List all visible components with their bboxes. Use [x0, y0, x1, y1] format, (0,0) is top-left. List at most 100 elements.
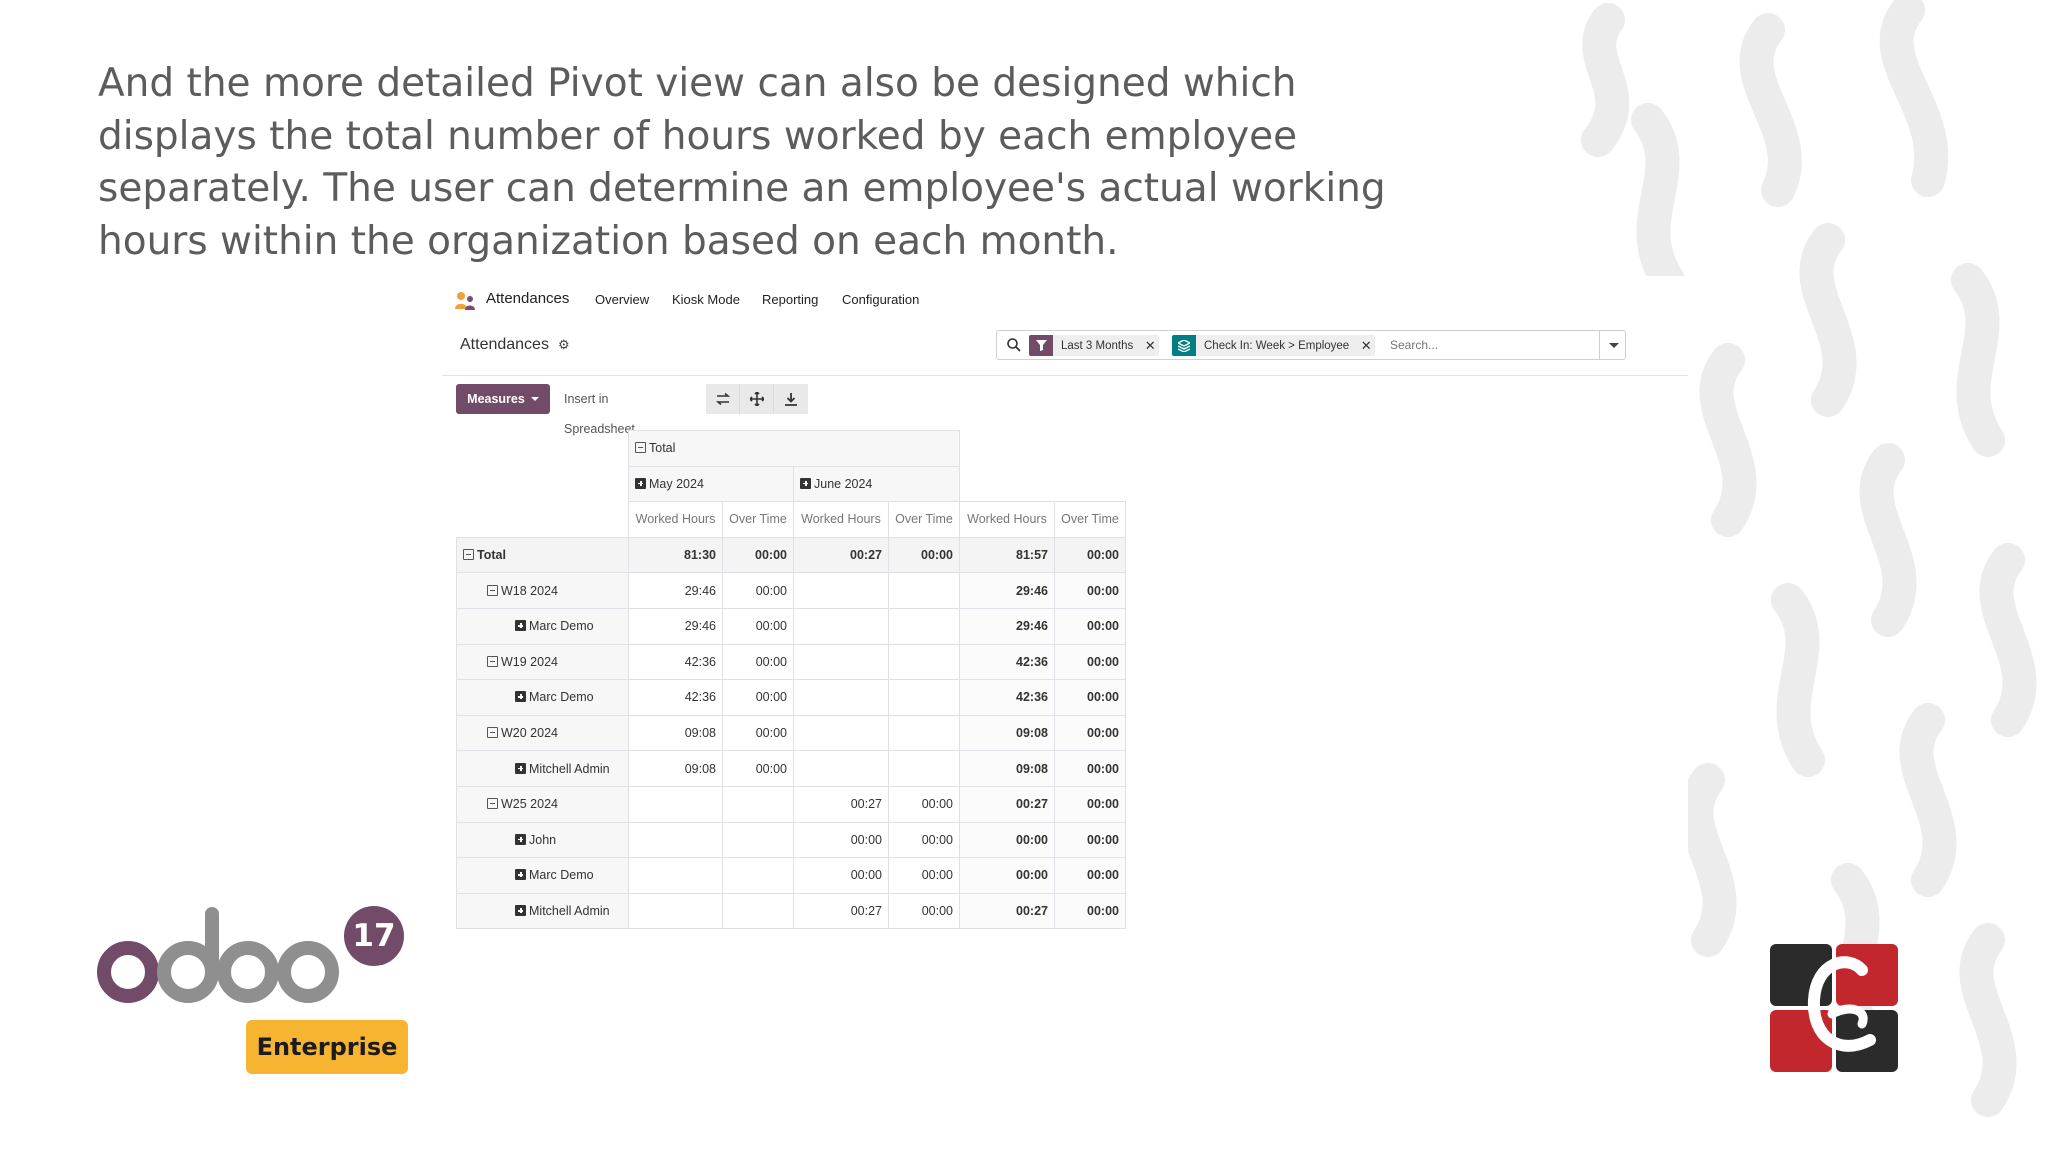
pivot-measure-header[interactable]: Worked Hours: [959, 501, 1055, 538]
pivot-cell[interactable]: 00:00: [1054, 572, 1126, 609]
pivot-cell[interactable]: [793, 714, 889, 752]
pivot-cell[interactable]: [722, 892, 794, 930]
measures-button[interactable]: Measures: [456, 384, 550, 414]
pivot-cell[interactable]: 00:27: [793, 892, 889, 930]
pivot-cell[interactable]: [722, 785, 794, 823]
pivot-cell[interactable]: 42:36: [628, 679, 723, 716]
pivot-cell[interactable]: [793, 679, 889, 716]
pivot-col-total-header[interactable]: Total: [628, 430, 960, 467]
pivot-cell[interactable]: 09:08: [628, 714, 723, 752]
pivot-cell[interactable]: 00:00: [722, 572, 794, 609]
pivot-cell[interactable]: 00:00: [722, 714, 794, 752]
pivot-cell[interactable]: 00:00: [1054, 892, 1126, 930]
pivot-cell[interactable]: 00:00: [793, 857, 889, 894]
pivot-measure-header[interactable]: Worked Hours: [793, 501, 889, 538]
pivot-cell[interactable]: 00:00: [888, 785, 960, 823]
pivot-cell[interactable]: 00:00: [888, 892, 960, 930]
pivot-cell[interactable]: 00:00: [959, 821, 1055, 859]
pivot-cell[interactable]: 00:00: [793, 821, 889, 859]
search-options-toggle[interactable]: [1599, 331, 1625, 359]
pivot-cell[interactable]: [793, 750, 889, 787]
pivot-row-header[interactable]: Mitchell Admin: [456, 750, 629, 787]
pivot-row-header[interactable]: Marc Demo: [456, 679, 629, 716]
pivot-measure-header[interactable]: Over Time: [888, 501, 960, 538]
pivot-cell[interactable]: 00:00: [1054, 785, 1126, 823]
nav-overview[interactable]: Overview: [595, 292, 649, 307]
pivot-cell[interactable]: [888, 750, 960, 787]
download-icon[interactable]: [774, 384, 808, 414]
pivot-row-header[interactable]: Marc Demo: [456, 607, 629, 645]
pivot-cell[interactable]: 00:00: [888, 857, 960, 894]
pivot-cell[interactable]: 29:46: [628, 607, 723, 645]
pivot-cell[interactable]: [722, 857, 794, 894]
pivot-cell[interactable]: 09:08: [959, 750, 1055, 787]
pivot-cell[interactable]: 81:30: [628, 536, 723, 574]
pivot-cell[interactable]: 00:00: [1054, 714, 1126, 752]
pivot-cell[interactable]: [793, 607, 889, 645]
search-icon[interactable]: [1006, 337, 1022, 353]
pivot-cell[interactable]: [628, 821, 723, 859]
expand-all-icon[interactable]: [740, 384, 774, 414]
search-input[interactable]: [1390, 334, 1600, 356]
pivot-row-header[interactable]: Marc Demo: [456, 857, 629, 894]
pivot-cell[interactable]: [628, 892, 723, 930]
gear-icon[interactable]: ⚙: [558, 337, 570, 353]
pivot-row-header[interactable]: W20 2024: [456, 714, 629, 752]
pivot-cell[interactable]: 09:08: [628, 750, 723, 787]
pivot-cell[interactable]: 29:46: [628, 572, 723, 609]
pivot-cell[interactable]: [888, 572, 960, 609]
pivot-cell[interactable]: 00:27: [959, 785, 1055, 823]
pivot-cell[interactable]: 00:00: [1054, 821, 1126, 859]
pivot-cell[interactable]: 00:00: [888, 536, 960, 574]
nav-configuration[interactable]: Configuration: [842, 292, 919, 307]
pivot-cell[interactable]: 00:00: [1054, 607, 1126, 645]
pivot-cell[interactable]: 00:00: [1054, 643, 1126, 681]
pivot-cell[interactable]: 42:36: [959, 643, 1055, 681]
pivot-cell[interactable]: 00:27: [959, 892, 1055, 930]
pivot-cell[interactable]: [793, 572, 889, 609]
pivot-cell[interactable]: 00:00: [722, 643, 794, 681]
pivot-cell[interactable]: 00:00: [722, 679, 794, 716]
pivot-cell[interactable]: 00:00: [722, 536, 794, 574]
pivot-cell[interactable]: 00:00: [1054, 857, 1126, 894]
pivot-cell[interactable]: 00:00: [888, 821, 960, 859]
insert-in-spreadsheet-button[interactable]: Insert in Spreadsheet: [556, 384, 643, 436]
facet-filter[interactable]: Last 3 Months ✕: [1029, 335, 1160, 356]
pivot-col-june-2024[interactable]: June 2024: [793, 465, 960, 503]
pivot-row-header[interactable]: Total: [456, 536, 629, 574]
pivot-measure-header[interactable]: Worked Hours: [628, 501, 723, 538]
pivot-cell[interactable]: 00:27: [793, 785, 889, 823]
pivot-cell[interactable]: 42:36: [959, 679, 1055, 716]
pivot-row-header[interactable]: W19 2024: [456, 643, 629, 681]
pivot-cell[interactable]: [888, 679, 960, 716]
pivot-col-may-2024[interactable]: May 2024: [628, 465, 794, 503]
pivot-cell[interactable]: 00:00: [1054, 750, 1126, 787]
pivot-cell[interactable]: 00:00: [959, 857, 1055, 894]
nav-kiosk-mode[interactable]: Kiosk Mode: [672, 292, 740, 307]
pivot-cell[interactable]: 00:00: [722, 750, 794, 787]
pivot-row-header[interactable]: John: [456, 821, 629, 859]
pivot-cell[interactable]: [722, 821, 794, 859]
app-name[interactable]: Attendances: [486, 290, 569, 307]
flip-axis-icon[interactable]: [706, 384, 740, 414]
pivot-cell[interactable]: [888, 643, 960, 681]
pivot-row-header[interactable]: Mitchell Admin: [456, 892, 629, 930]
pivot-cell[interactable]: 00:00: [722, 607, 794, 645]
close-icon[interactable]: ✕: [1357, 338, 1375, 354]
pivot-measure-header[interactable]: Over Time: [1054, 501, 1126, 538]
pivot-cell[interactable]: [888, 714, 960, 752]
pivot-cell[interactable]: [628, 857, 723, 894]
close-icon[interactable]: ✕: [1141, 338, 1159, 354]
search-bar[interactable]: Last 3 Months ✕ Check In: Week > Employe…: [996, 330, 1626, 360]
pivot-row-header[interactable]: W18 2024: [456, 572, 629, 609]
pivot-cell[interactable]: [628, 785, 723, 823]
pivot-cell[interactable]: 00:27: [793, 536, 889, 574]
pivot-cell[interactable]: 42:36: [628, 643, 723, 681]
facet-group-by[interactable]: Check In: Week > Employee ✕: [1172, 335, 1376, 356]
pivot-cell[interactable]: [793, 643, 889, 681]
pivot-measure-header[interactable]: Over Time: [722, 501, 794, 538]
pivot-cell[interactable]: 00:00: [1054, 536, 1126, 574]
pivot-cell[interactable]: 29:46: [959, 572, 1055, 609]
pivot-cell[interactable]: [888, 607, 960, 645]
pivot-row-header[interactable]: W25 2024: [456, 785, 629, 823]
